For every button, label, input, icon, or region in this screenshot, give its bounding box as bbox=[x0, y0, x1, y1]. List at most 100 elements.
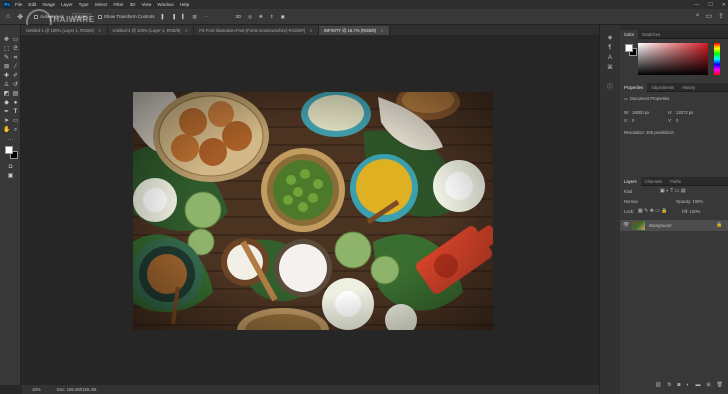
workspace-icon[interactable]: ▭ bbox=[706, 12, 713, 20]
layer-row-background[interactable]: 👁 Background 🔒 bbox=[620, 220, 728, 231]
link-layers-icon[interactable]: ⛓ bbox=[655, 382, 661, 392]
kind-filter[interactable]: Kind bbox=[624, 189, 632, 194]
new-group-icon[interactable]: ▬ bbox=[695, 382, 700, 392]
width-value[interactable]: 18000 px bbox=[632, 110, 649, 115]
tab-infinity[interactable]: INFINITY @ 16.7% (RGB/8) ✕ bbox=[318, 26, 390, 35]
hand-tool-icon[interactable]: ✋ bbox=[3, 127, 10, 134]
opacity-field[interactable]: Opacity: 100% bbox=[676, 199, 703, 204]
clone-stamp-icon[interactable]: ♙ bbox=[3, 82, 10, 89]
color-fg-swatch[interactable] bbox=[625, 44, 633, 52]
lock-icons[interactable]: ▦ ✎ ✥ ▭ 🔒 bbox=[638, 208, 668, 214]
move-tool-icon[interactable]: ✥ bbox=[17, 13, 23, 21]
tab-adjustments[interactable]: Adjustments bbox=[647, 83, 678, 92]
eye-icon[interactable]: 👁 bbox=[623, 222, 629, 228]
menu-help[interactable]: Help bbox=[180, 2, 189, 7]
3d-pan-icon[interactable]: ✥ bbox=[259, 14, 263, 20]
y-value[interactable]: 0 bbox=[676, 118, 678, 123]
character-panel-icon[interactable]: A bbox=[606, 55, 614, 62]
more-options-icon[interactable]: ··· bbox=[204, 14, 209, 19]
dodge-tool-icon[interactable]: ● bbox=[12, 100, 19, 107]
blur-tool-icon[interactable]: ◆ bbox=[3, 100, 10, 107]
align-center-icon[interactable]: ▐ bbox=[172, 14, 175, 19]
close-tab-icon[interactable]: ✕ bbox=[380, 28, 384, 33]
align-left-icon[interactable]: ▌ bbox=[162, 14, 165, 19]
close-tab-icon[interactable]: ✕ bbox=[309, 28, 313, 33]
menu-file[interactable]: File bbox=[15, 2, 22, 7]
document-image[interactable] bbox=[133, 92, 493, 330]
height-value[interactable]: 12072 px bbox=[676, 110, 693, 115]
3d-camera-icon[interactable]: ▣ bbox=[281, 14, 285, 20]
filter-icons[interactable]: ▣ ◐ T ▭ ▤ bbox=[660, 188, 686, 194]
blend-mode-dropdown[interactable]: Normal bbox=[624, 199, 638, 204]
eraser-tool-icon[interactable]: ◩ bbox=[3, 91, 10, 98]
close-button[interactable]: ✕ bbox=[722, 2, 726, 8]
tab-untitled-2[interactable]: Untitled-2 @ 100% (Layer 1, RGB/8) ✕ bbox=[107, 26, 195, 35]
glyphs-panel-icon[interactable]: ⌘ bbox=[606, 65, 614, 72]
show-transform-checkbox[interactable] bbox=[97, 14, 102, 19]
search-icon[interactable]: ⌕ bbox=[696, 12, 700, 20]
type-tool-icon[interactable]: T bbox=[12, 109, 19, 116]
tab-history[interactable]: History bbox=[678, 83, 699, 92]
tab-paths[interactable]: Paths bbox=[666, 177, 685, 186]
color-picker-field[interactable] bbox=[638, 43, 708, 75]
tab-channels[interactable]: Channels bbox=[641, 177, 667, 186]
auto-select-checkbox[interactable] bbox=[34, 14, 39, 19]
tab-color[interactable]: Color bbox=[620, 29, 639, 39]
menu-type[interactable]: Type bbox=[79, 2, 89, 7]
distribute-icon[interactable]: ▥ bbox=[193, 14, 197, 20]
add-mask-icon[interactable]: ◙ bbox=[677, 382, 680, 392]
crop-tool-icon[interactable]: ⌗ bbox=[12, 55, 19, 62]
menu-filter[interactable]: Filter bbox=[113, 2, 123, 7]
zoom-level[interactable]: 16% bbox=[32, 387, 41, 392]
menu-3d[interactable]: 3D bbox=[130, 2, 136, 7]
home-icon[interactable]: ⌂ bbox=[6, 13, 10, 20]
adjustment-layer-icon[interactable]: ◐ bbox=[686, 382, 689, 392]
tab-untitled-1[interactable]: Untitled-1 @ 100% (Layer 1, RGB/8) ✕ bbox=[21, 26, 108, 35]
minimize-button[interactable]: — bbox=[694, 2, 699, 8]
info-panel-icon[interactable]: ⓘ bbox=[606, 85, 614, 92]
tab-font-illustration[interactable]: PS Font-Illustration-Font-(Fonts Grantow… bbox=[194, 26, 319, 35]
paragraph-panel-icon[interactable]: ¶ bbox=[606, 45, 614, 52]
quick-select-icon[interactable]: ✎ bbox=[3, 55, 10, 62]
share-icon[interactable]: ⇪ bbox=[718, 12, 724, 20]
new-layer-icon[interactable]: ⊞ bbox=[706, 382, 710, 392]
healing-brush-icon[interactable]: ✚ bbox=[3, 73, 10, 80]
hue-slider[interactable] bbox=[714, 43, 720, 75]
close-tab-icon[interactable]: ✕ bbox=[185, 28, 189, 33]
more-tools-icon[interactable]: ··· bbox=[7, 137, 14, 144]
screen-mode-icon[interactable]: ▣ bbox=[7, 173, 14, 180]
tab-properties[interactable]: Properties bbox=[620, 82, 648, 92]
marquee-tool-icon[interactable]: ⬚ bbox=[3, 46, 10, 53]
menu-select[interactable]: Select bbox=[95, 2, 108, 7]
layer-select-dropdown[interactable]: Layer bbox=[71, 13, 91, 20]
layer-style-icon[interactable]: fx bbox=[667, 382, 671, 392]
move-tool-icon[interactable]: ✥ bbox=[3, 37, 10, 44]
menu-edit[interactable]: Edit bbox=[28, 2, 36, 7]
history-brush-icon[interactable]: ↺ bbox=[12, 82, 19, 89]
tab-swatches[interactable]: Swatches bbox=[638, 30, 664, 39]
eyedropper-icon[interactable]: ⁄ bbox=[12, 64, 19, 71]
align-right-icon[interactable]: ▍ bbox=[182, 14, 185, 20]
frame-tool-icon[interactable]: ⊠ bbox=[3, 64, 10, 71]
3d-orbit-icon[interactable]: ◎ bbox=[248, 14, 252, 20]
3d-slide-icon[interactable]: ⇕ bbox=[270, 14, 274, 20]
maximize-button[interactable]: ☐ bbox=[708, 2, 712, 8]
artboard-tool-icon[interactable]: ▭ bbox=[12, 37, 19, 44]
x-value[interactable]: 0 bbox=[632, 118, 634, 123]
brush-tool-icon[interactable]: ✐ bbox=[12, 73, 19, 80]
menu-layer[interactable]: Layer bbox=[61, 2, 73, 7]
lasso-tool-icon[interactable]: ᘓ bbox=[12, 46, 19, 53]
quick-mask-icon[interactable]: ◘ bbox=[7, 164, 14, 171]
fill-field[interactable]: Fill: 100% bbox=[682, 209, 700, 214]
path-select-icon[interactable]: ➤ bbox=[3, 118, 10, 125]
shape-tool-icon[interactable]: ▭ bbox=[12, 118, 19, 125]
close-tab-icon[interactable]: ✕ bbox=[98, 28, 102, 33]
tab-layers[interactable]: Layers bbox=[620, 176, 641, 186]
foreground-color-swatch[interactable] bbox=[5, 146, 13, 154]
zoom-tool-icon[interactable]: ⌕ bbox=[12, 127, 19, 134]
menu-window[interactable]: Window bbox=[157, 2, 173, 7]
menu-view[interactable]: View bbox=[141, 2, 151, 7]
pen-tool-icon[interactable]: ✒ bbox=[3, 109, 10, 116]
gradient-tool-icon[interactable]: ▤ bbox=[12, 91, 19, 98]
3d-panel-icon[interactable]: ◈ bbox=[606, 35, 614, 42]
